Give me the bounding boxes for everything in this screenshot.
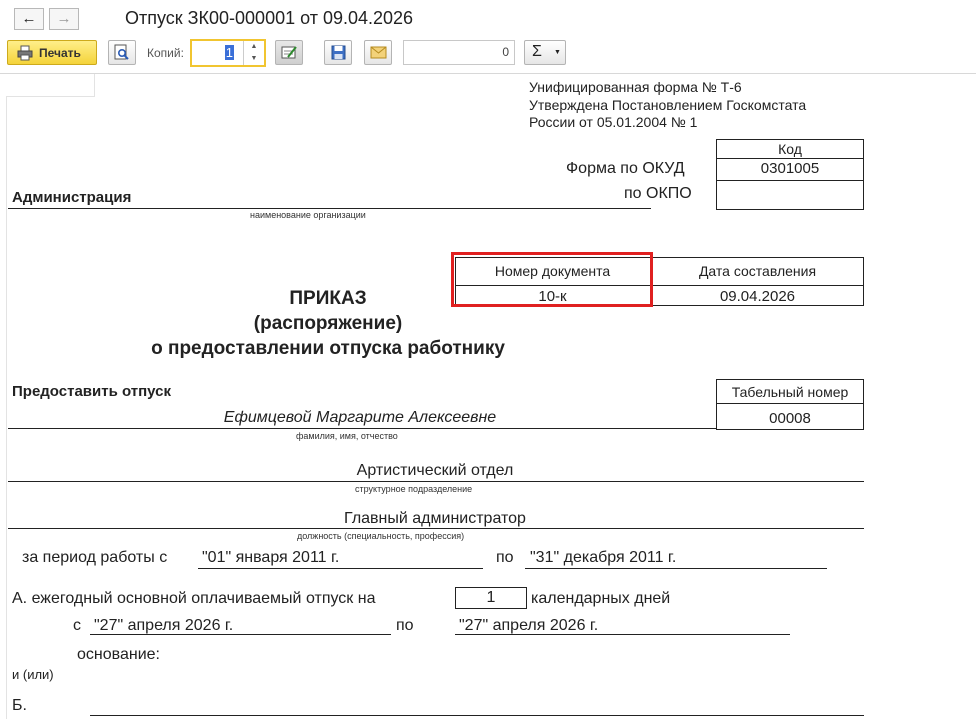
b-line (90, 715, 864, 716)
printer-icon (17, 45, 33, 61)
annual-days: 1 (486, 589, 496, 606)
print-label: Печать (39, 46, 81, 60)
form-note-line-1: Унифицированная форма № Т-6 (529, 79, 742, 95)
sheet-border (6, 96, 7, 719)
and-or-label: и (или) (12, 667, 54, 682)
position: Главный администратор (344, 510, 526, 527)
tab-number: 00008 (769, 410, 811, 427)
code-table-divider-1 (716, 158, 864, 159)
period-from: "01" января 2011 г. (202, 549, 340, 566)
period-to: "31" декабря 2011 г. (530, 549, 677, 566)
department-caption: структурное подразделение (355, 484, 473, 494)
form-note-line-3: России от 05.01.2004 № 1 (529, 114, 698, 130)
spin-down-icon[interactable]: ▼ (244, 53, 264, 65)
doc-date-header: Дата составления (698, 263, 817, 279)
preview-button[interactable] (108, 40, 136, 65)
leave-to-line (455, 634, 790, 635)
b-label: Б. (12, 697, 27, 714)
copies-label: Копий: (147, 46, 184, 60)
employee-name: Ефимцевой Маргарите Алексеевне (223, 409, 497, 426)
spin-up-icon[interactable]: ▲ (244, 41, 264, 53)
doc-date: 09.04.2026 (719, 288, 796, 305)
organization-name: Администрация (12, 189, 132, 206)
save-button[interactable] (324, 40, 352, 65)
annual-leave-label: А. ежегодный основной оплачиваемый отпус… (12, 590, 376, 607)
edit-icon (281, 46, 297, 59)
department-line (8, 481, 864, 482)
back-button[interactable]: ← (14, 8, 44, 30)
order-purpose: о предоставлении отпуска работнику (151, 338, 505, 359)
leave-from-label: с (73, 617, 81, 634)
leave-from-line (90, 634, 391, 635)
order-subtitle: (распоряжение) (253, 313, 403, 334)
organization-caption: наименование организации (250, 210, 366, 220)
code-header: Код (778, 141, 802, 157)
form-note-line-2: Утверждена Постановлением Госкомстата (529, 97, 807, 113)
position-caption: должность (специальность, профессия) (297, 531, 465, 541)
arrow-left-icon: ← (21, 10, 37, 27)
email-button[interactable] (364, 40, 392, 65)
save-icon (331, 45, 346, 60)
copies-spinner[interactable]: ▲ ▼ (243, 41, 264, 65)
preview-icon (114, 44, 129, 60)
sum-button[interactable]: Σ ▼ (524, 40, 566, 65)
grant-leave-label: Предоставить отпуск (12, 383, 171, 400)
period-to-line (525, 568, 827, 569)
period-label: за период работы с (22, 549, 168, 566)
department: Артистический отдел (356, 462, 514, 479)
tab-number-divider (716, 403, 864, 404)
sum-icon: Σ (532, 43, 542, 60)
code-table-divider-2 (716, 180, 864, 181)
period-to-label: по (496, 549, 514, 566)
okud-value: 0301005 (760, 160, 820, 177)
tab-number-header: Табельный номер (731, 384, 849, 400)
edit-mode-button[interactable] (275, 40, 303, 65)
organization-line (8, 208, 651, 209)
leave-to: "27" апреля 2026 г. (459, 617, 599, 634)
basis-label: основание: (77, 646, 160, 663)
window-title: Отпуск ЗК00-000001 от 09.04.2026 (125, 8, 414, 28)
sum-field[interactable]: 0 (403, 40, 515, 65)
copies-input[interactable]: 1 ▲ ▼ (190, 39, 266, 67)
copies-value: 1 (224, 45, 234, 60)
employee-caption: фамилия, имя, отчество (296, 431, 398, 441)
okpo-label: по ОКПО (624, 185, 692, 202)
email-icon (370, 46, 387, 59)
leave-from: "27" апреля 2026 г. (94, 617, 234, 634)
employee-line (8, 428, 716, 429)
annual-days-unit: календарных дней (531, 590, 671, 607)
period-from-line (198, 568, 483, 569)
print-button[interactable]: Печать (7, 40, 97, 65)
okud-label: Форма по ОКУД (566, 160, 685, 177)
position-line (8, 528, 864, 529)
forward-button[interactable]: → (49, 8, 79, 30)
arrow-right-icon: → (56, 10, 72, 27)
chevron-down-icon: ▼ (554, 49, 561, 56)
leave-to-label: по (396, 617, 414, 634)
sheet-corner (6, 74, 95, 97)
order-title: ПРИКАЗ (289, 288, 367, 309)
toolbar-separator (0, 73, 976, 74)
